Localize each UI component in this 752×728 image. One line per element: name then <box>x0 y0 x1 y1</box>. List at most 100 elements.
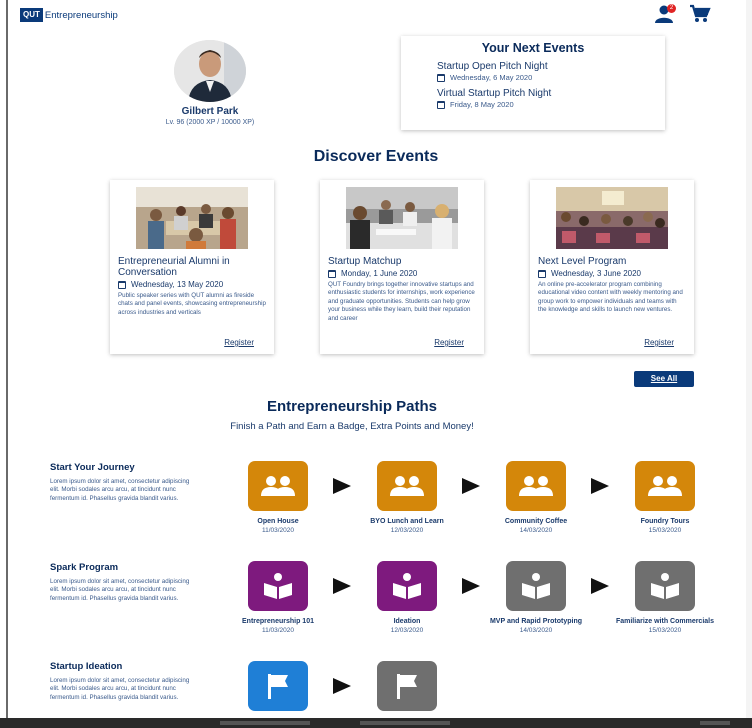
next-events-title: Your Next Events <box>481 41 585 55</box>
step-label: Entrepreneurship 101 <box>242 618 314 625</box>
step-label: Ideation <box>393 618 421 625</box>
next-event-date: Friday, 8 May 2020 <box>450 100 514 109</box>
brand-logo[interactable]: QUT Entrepreneurship <box>20 6 118 24</box>
path-start-your-journey: Start Your Journey Lorem ipsum dolor sit… <box>50 462 210 503</box>
path-step[interactable]: Familiarize with Commercials 15/03/2020 <box>595 561 735 634</box>
path-step[interactable]: Entrepreneurship 101 11/03/2020 <box>208 561 348 634</box>
step-label: Foundry Tours <box>640 518 690 525</box>
event-card[interactable]: Next Level Program Wednesday, 3 June 202… <box>530 180 694 354</box>
cart-button[interactable] <box>689 4 711 24</box>
event-date-row: Monday, 1 June 2020 <box>328 269 417 278</box>
path-step[interactable]: Open House 11/03/2020 <box>208 461 348 534</box>
path-step[interactable]: Ideation 12/03/2020 <box>337 561 477 634</box>
path-step[interactable] <box>337 661 477 711</box>
next-event-date: Wednesday, 6 May 2020 <box>450 73 533 82</box>
event-image <box>556 187 668 249</box>
step-label: BYO Lunch and Learn <box>370 518 444 525</box>
path-title: Startup Ideation <box>50 661 123 672</box>
path-description: Lorem ipsum dolor sit amet, consectetur … <box>50 677 190 701</box>
flag-icon <box>377 661 437 711</box>
group-icon <box>506 461 566 511</box>
next-event-title: Startup Open Pitch Night <box>437 61 548 72</box>
step-label: Familiarize with Commercials <box>615 618 715 625</box>
event-title: Entrepreneurial Alumni in Conversation <box>118 256 230 278</box>
event-image <box>136 187 248 249</box>
profile-level: Lv. 96 (2000 XP / 10000 XP) <box>165 119 255 126</box>
event-title: Next Level Program <box>538 256 627 267</box>
event-image <box>346 187 458 249</box>
next-event-title: Virtual Startup Pitch Night <box>437 88 552 99</box>
path-step[interactable] <box>208 661 348 711</box>
path-step[interactable]: BYO Lunch and Learn 12/03/2020 <box>337 461 477 534</box>
group-icon <box>377 461 437 511</box>
step-date: 11/03/2020 <box>261 527 295 534</box>
avatar-photo <box>174 40 246 102</box>
path-startup-ideation: Startup Ideation Lorem ipsum dolor sit a… <box>50 661 210 702</box>
notification-badge: 2 <box>667 4 676 13</box>
profile-name: Gilbert Park <box>181 106 239 117</box>
user-profile: Gilbert Park Lv. 96 (2000 XP / 10000 XP) <box>150 40 270 126</box>
step-date: 12/03/2020 <box>390 627 424 634</box>
next-event-date-row: Friday, 8 May 2020 <box>437 100 665 109</box>
step-date: 11/03/2020 <box>261 627 295 634</box>
see-all-button[interactable]: See All <box>634 371 694 387</box>
paths-subtitle: Finish a Path and Earn a Badge, Extra Po… <box>230 421 474 432</box>
next-event-item[interactable]: Startup Open Pitch Night Wednesday, 6 Ma… <box>437 61 665 82</box>
event-description: Public speaker series with QUT alumni as… <box>118 292 266 316</box>
discover-events-title: Discover Events <box>313 148 439 165</box>
paths-title: Entrepreneurship Paths <box>266 398 438 415</box>
step-label: Community Coffee <box>504 518 568 525</box>
path-step[interactable]: Community Coffee 14/03/2020 <box>466 461 606 534</box>
step-label: MVP and Rapid Prototyping <box>489 618 583 625</box>
step-date: 15/03/2020 <box>648 527 682 534</box>
event-card[interactable]: Startup Matchup Monday, 1 June 2020 QUT … <box>320 180 484 354</box>
next-event-date-row: Wednesday, 6 May 2020 <box>437 73 665 82</box>
event-date: Wednesday, 3 June 2020 <box>551 269 641 278</box>
calendar-icon <box>328 269 336 278</box>
calendar-icon <box>437 73 445 82</box>
path-step[interactable]: Foundry Tours 15/03/2020 <box>595 461 735 534</box>
book-icon <box>248 561 308 611</box>
logo-text: Entrepreneurship <box>44 9 118 21</box>
path-step[interactable]: MVP and Rapid Prototyping 14/03/2020 <box>466 561 606 634</box>
event-date-row: Wednesday, 13 May 2020 <box>118 280 223 289</box>
book-icon <box>635 561 695 611</box>
group-icon <box>248 461 308 511</box>
window-right-border <box>746 0 752 728</box>
avatar[interactable] <box>174 40 246 102</box>
step-date: 14/03/2020 <box>519 527 553 534</box>
calendar-icon <box>437 100 445 109</box>
book-icon <box>377 561 437 611</box>
profile-button[interactable]: 2 <box>654 4 676 24</box>
logo-mark: QUT <box>20 8 43 22</box>
step-date: 15/03/2020 <box>648 627 682 634</box>
event-date: Monday, 1 June 2020 <box>341 269 418 278</box>
path-title: Start Your Journey <box>50 462 135 473</box>
event-card[interactable]: Entrepreneurial Alumni in Conversation W… <box>110 180 274 354</box>
event-date-row: Wednesday, 3 June 2020 <box>538 269 641 278</box>
bottom-taskbar <box>0 718 752 728</box>
register-link[interactable]: Register <box>644 338 674 347</box>
event-description: An online pre-accelerator program combin… <box>538 281 683 314</box>
register-link[interactable]: Register <box>434 338 464 347</box>
group-icon <box>635 461 695 511</box>
calendar-icon <box>118 280 126 289</box>
book-icon <box>506 561 566 611</box>
next-event-item[interactable]: Virtual Startup Pitch Night Friday, 8 Ma… <box>437 88 665 109</box>
event-description: QUT Foundry brings together innovative s… <box>328 281 475 322</box>
register-link[interactable]: Register <box>224 338 254 347</box>
path-title: Spark Program <box>50 562 119 573</box>
flag-icon <box>248 661 308 711</box>
event-date: Wednesday, 13 May 2020 <box>131 280 224 289</box>
calendar-icon <box>538 269 546 278</box>
path-description: Lorem ipsum dolor sit amet, consectetur … <box>50 578 190 602</box>
window-left-border <box>0 0 8 728</box>
path-description: Lorem ipsum dolor sit amet, consectetur … <box>50 478 190 502</box>
step-date: 12/03/2020 <box>390 527 424 534</box>
step-date: 14/03/2020 <box>519 627 553 634</box>
path-spark-program: Spark Program Lorem ipsum dolor sit amet… <box>50 562 210 603</box>
event-title: Startup Matchup <box>328 256 402 267</box>
next-events-panel: Your Next Events Startup Open Pitch Nigh… <box>401 36 665 130</box>
cart-icon <box>690 4 711 22</box>
step-label: Open House <box>257 518 299 525</box>
